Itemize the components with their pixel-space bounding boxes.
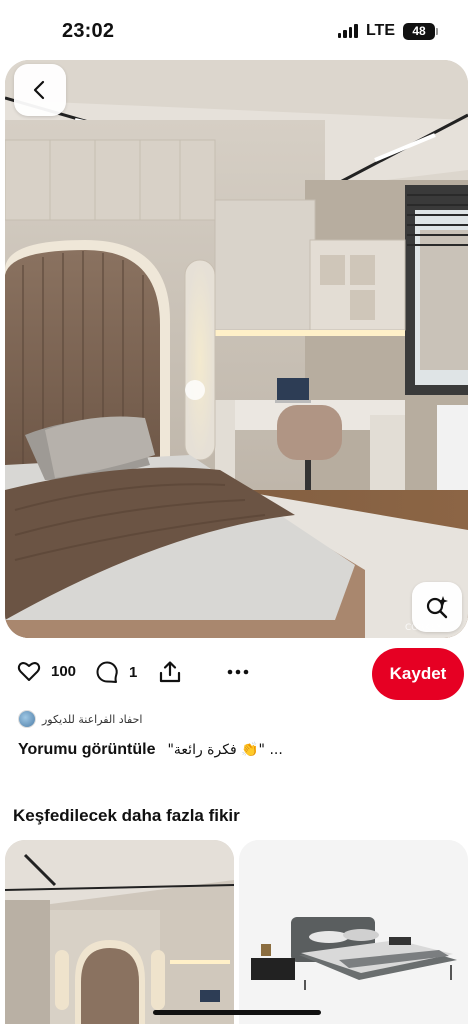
comment-preview-text: "فكرة رائعة 👏" ... xyxy=(167,742,283,758)
avatar[interactable] xyxy=(18,710,36,728)
battery-level: 48 xyxy=(412,24,426,38)
visual-search-button[interactable] xyxy=(412,582,462,632)
bedroom-illustration: CORKEY xyxy=(5,60,468,638)
status-time: 23:02 xyxy=(62,20,115,42)
status-bar: 23:02 LTE 48 xyxy=(0,0,473,60)
comment-author-name: احفاد الفراعنة للديكور xyxy=(42,712,143,726)
comment-icon xyxy=(96,661,118,683)
related-pin-image xyxy=(5,840,234,1024)
back-button[interactable] xyxy=(14,64,66,116)
related-pin-card[interactable] xyxy=(239,840,468,1024)
explore-heading: Keşfedilecek daha fazla fikir xyxy=(13,806,240,825)
visual-search-icon xyxy=(426,596,448,619)
share-button[interactable] xyxy=(158,660,182,684)
battery-icon: 48 xyxy=(403,22,438,40)
heart-icon xyxy=(17,662,41,681)
chevron-left-icon xyxy=(33,80,45,100)
comment-button[interactable]: 1 xyxy=(95,660,137,684)
pin-actions: 100 1 Kaydet xyxy=(0,648,473,702)
like-count: 100 xyxy=(51,662,77,680)
pin-image[interactable]: CORKEY xyxy=(5,60,468,638)
comment-count: 1 xyxy=(129,663,138,681)
status-indicators: LTE 48 xyxy=(337,22,438,40)
like-button[interactable]: 100 xyxy=(17,660,76,682)
more-button[interactable] xyxy=(226,660,250,684)
view-comments-link[interactable]: Yorumu görüntüle xyxy=(18,741,155,759)
signal-icon xyxy=(337,24,358,38)
save-button[interactable]: Kaydet xyxy=(372,648,464,700)
share-icon xyxy=(159,661,181,683)
related-pin-image xyxy=(239,840,468,1024)
more-icon xyxy=(227,669,249,675)
comment-preview[interactable]: Yorumu görüntüle "فكرة رائعة 👏" ... xyxy=(18,741,283,759)
home-indicator[interactable] xyxy=(153,1010,321,1015)
related-pin-card[interactable] xyxy=(5,840,234,1024)
comment-author[interactable]: احفاد الفراعنة للديكور xyxy=(18,710,142,728)
network-label: LTE xyxy=(365,22,395,39)
